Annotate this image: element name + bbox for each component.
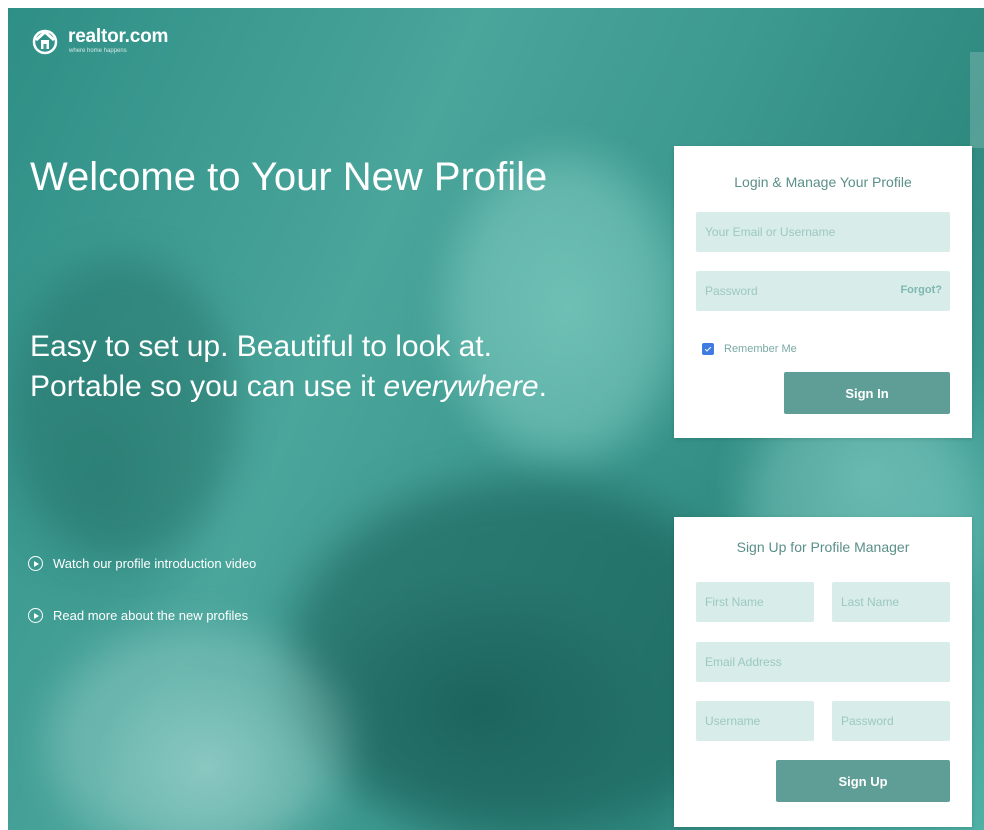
sign-in-button[interactable]: Sign In [784, 372, 950, 414]
signup-password-input[interactable] [841, 714, 950, 728]
login-title: Login & Manage Your Profile [734, 174, 912, 190]
remember-me[interactable]: Remember Me [702, 343, 797, 355]
signup-panel: Sign Up for Profile Manager Sign Up [674, 517, 972, 827]
realtor-logo-icon [32, 29, 58, 55]
realtor-logo[interactable]: realtor.com where home happens [30, 26, 168, 56]
username-field[interactable] [696, 701, 814, 741]
last-name-input[interactable] [841, 595, 950, 609]
signup-email-field[interactable] [696, 642, 950, 682]
signup-password-field[interactable] [832, 701, 950, 741]
first-name-field[interactable] [696, 582, 814, 622]
last-name-field[interactable] [832, 582, 950, 622]
login-email-field[interactable] [696, 212, 950, 252]
logo-text: realtor.com where home happens [68, 27, 168, 55]
login-panel: Login & Manage Your Profile Forgot? Reme… [674, 146, 972, 438]
first-name-input[interactable] [705, 595, 814, 609]
signup-title: Sign Up for Profile Manager [736, 539, 910, 555]
remember-me-checkbox[interactable] [702, 343, 714, 355]
logo-tagline: where home happens [69, 48, 127, 54]
login-password-field[interactable]: Forgot? [696, 271, 950, 311]
play-circle-icon [28, 556, 43, 571]
login-email-input[interactable] [705, 225, 950, 239]
watch-video-label: Watch our profile introduction video [53, 556, 257, 571]
signup-email-input[interactable] [705, 655, 950, 669]
edge-tab [970, 52, 984, 148]
watch-video-link[interactable]: Watch our profile introduction video [28, 556, 256, 571]
logo-name: realtor.com [68, 26, 169, 47]
background-photo-person-left [8, 258, 238, 558]
play-circle-icon [28, 608, 43, 623]
username-input[interactable] [705, 714, 814, 728]
sign-up-button[interactable]: Sign Up [776, 760, 950, 802]
subhead-emphasis: everywhere [383, 370, 539, 403]
forgot-password-link[interactable]: Forgot? [900, 284, 942, 296]
page-headline: Welcome to Your New Profile [30, 155, 548, 199]
subhead-period: . [538, 370, 547, 403]
read-more-label: Read more about the new profiles [53, 608, 249, 623]
read-more-link[interactable]: Read more about the new profiles [28, 608, 248, 623]
check-icon [704, 345, 712, 352]
hero-subhead: Easy to set up. Beautiful to look at. Po… [30, 327, 590, 407]
remember-me-label: Remember Me [724, 343, 797, 355]
